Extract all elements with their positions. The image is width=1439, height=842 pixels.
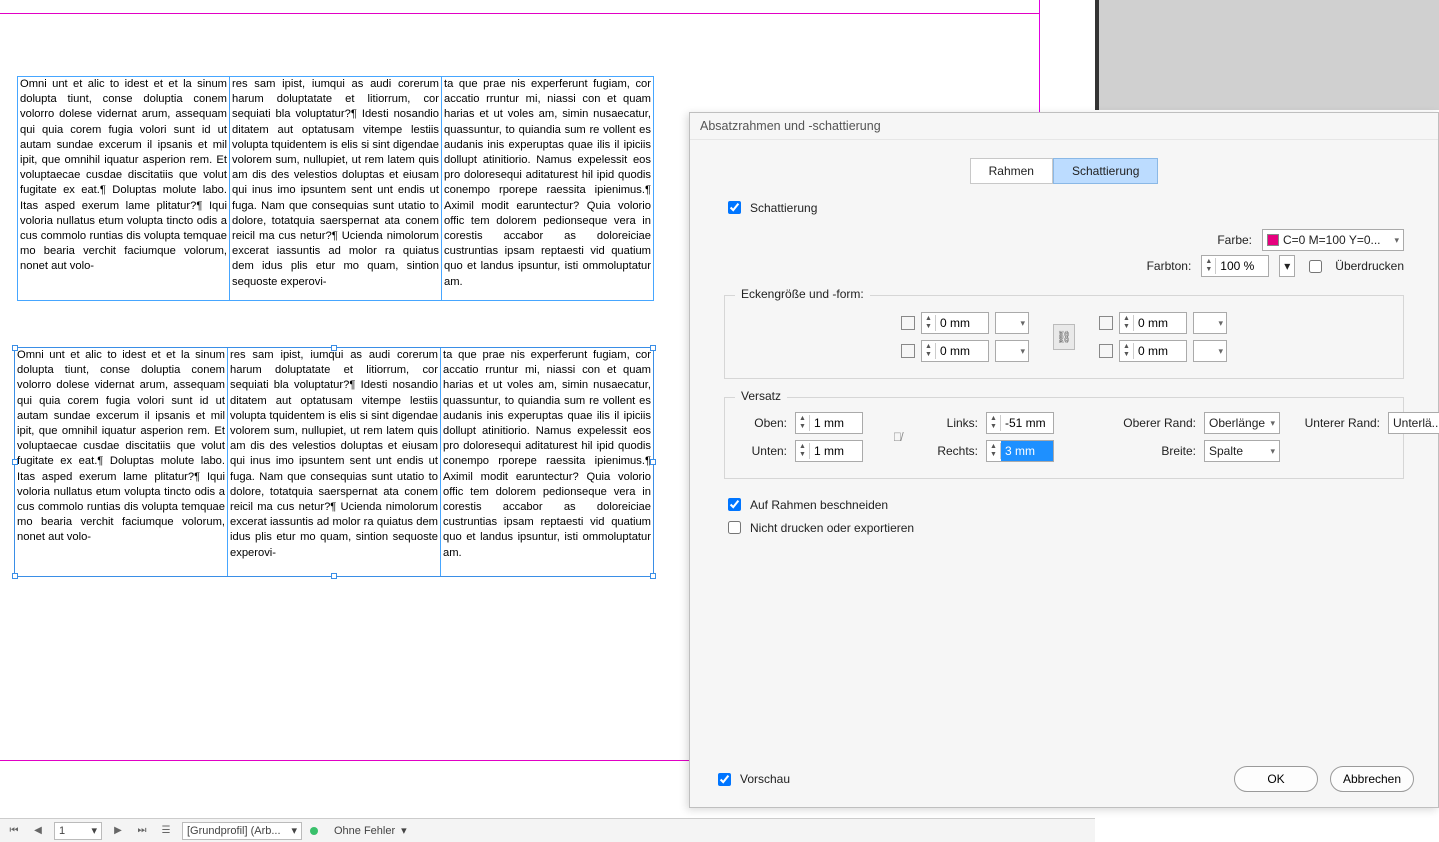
clip-to-frame-checkbox[interactable] [728,498,741,511]
shading-enable-label: Schattierung [750,201,817,215]
corner-bl-spinner[interactable]: ▲▼ [921,340,989,362]
upper-edge-label: Oberer Rand: [1106,416,1196,430]
page-prev-button[interactable]: ◀ [30,823,46,839]
offset-top-label: Oben: [741,416,787,430]
corners-group: Eckengröße und -form: ▲▼ ▾ ▲▼ ▾ ⛓ [724,295,1404,379]
corners-group-title: Eckengröße und -form: [735,287,870,301]
preflight-profile-combo[interactable]: [Grundprofil] (Arb...▾ [182,822,302,840]
cancel-button[interactable]: Abbrechen [1330,766,1414,792]
no-print-checkbox[interactable] [728,521,741,534]
offset-bottom-label: Unten: [741,444,787,458]
page-edge [1095,0,1099,110]
corner-tr-shape[interactable]: ▾ [1193,312,1227,334]
link-offsets-toggle[interactable]: ⛓̸ [893,426,902,448]
no-print-label: Nicht drucken oder exportieren [750,521,914,535]
selection-handle[interactable] [650,345,656,351]
preflight-status[interactable]: Ohne Fehler▾ [330,822,420,840]
shading-enable-checkbox[interactable] [728,201,741,214]
corner-tl-shape[interactable]: ▾ [995,312,1029,334]
tab-shading[interactable]: Schattierung [1053,158,1158,184]
corner-br-icon [1099,344,1113,358]
corner-tr-icon [1099,316,1113,330]
selection-handle[interactable] [331,345,337,351]
overprint-checkbox[interactable] [1309,260,1322,273]
dialog-title: Absatzrahmen und -schattierung [690,113,1438,140]
selection-handle[interactable] [12,345,18,351]
upper-edge-combo[interactable]: Oberlänge▾ [1204,412,1280,434]
lower-edge-combo[interactable]: Unterlä...▾ [1388,412,1439,434]
selection-handle[interactable] [650,459,656,465]
tint-input[interactable] [1216,256,1268,276]
text-column: res sam ipist, iumqui as audi corerum ha… [230,77,441,300]
chevron-down-icon: ▾ [1266,418,1275,429]
offset-group-title: Versatz [735,389,787,403]
preview-checkbox[interactable] [718,773,731,786]
page-number-combo[interactable]: 1▾ [54,822,102,840]
text-column: Omni unt et alic to idest et et la sinum… [15,348,227,576]
color-swatch-icon [1267,234,1279,246]
lower-edge-label: Unterer Rand: [1288,416,1380,430]
text-frame-top[interactable]: Omni unt et alic to idest et et la sinum… [17,76,654,301]
text-column: Omni unt et alic to idest et et la sinum… [18,77,229,300]
corner-bl-shape[interactable]: ▾ [995,340,1029,362]
chevron-down-icon: ▾ [91,824,97,837]
selection-handle[interactable] [12,573,18,579]
ok-button[interactable]: OK [1234,766,1318,792]
width-label: Breite: [1106,444,1196,458]
preflight-ok-icon [310,827,318,835]
chevron-down-icon: ▾ [291,824,297,837]
clip-to-frame-label: Auf Rahmen beschneiden [750,498,888,512]
color-label: Farbe: [1217,233,1252,247]
selection-handle[interactable] [331,573,337,579]
tab-frame[interactable]: Rahmen [970,158,1053,184]
chevron-down-icon: ▾ [401,824,407,837]
selection-handle[interactable] [12,459,18,465]
chevron-down-icon: ▾ [1266,446,1275,457]
chevron-down-icon: ▾ [1390,235,1399,246]
link-corners-toggle[interactable]: ⛓ [1053,324,1075,350]
corner-tl-icon [901,316,915,330]
dialog-footer: Vorschau OK Abbrechen [690,751,1438,807]
color-value: C=0 M=100 Y=0... [1283,233,1381,247]
width-combo[interactable]: Spalte▾ [1204,440,1280,462]
page-next-button[interactable]: ▶ [110,823,126,839]
offset-left-spinner[interactable]: ▲▼ [986,412,1054,434]
text-column: res sam ipist, iumqui as audi corerum ha… [228,348,440,576]
tint-label: Farbton: [1147,259,1192,273]
offset-left-label: Links: [932,416,978,430]
selection-handle[interactable] [650,573,656,579]
corner-br-shape[interactable]: ▾ [1193,340,1227,362]
overprint-label: Überdrucken [1335,259,1404,273]
offset-right-label: Rechts: [932,444,978,458]
corner-tl-spinner[interactable]: ▲▼ [921,312,989,334]
corner-bl-icon [901,344,915,358]
offset-bottom-spinner[interactable]: ▲▼ [795,440,863,462]
corner-br-spinner[interactable]: ▲▼ [1119,340,1187,362]
text-frame-bottom-selected[interactable]: Omni unt et alic to idest et et la sinum… [14,347,654,577]
margin-guide-top [0,13,1040,14]
dialog-tabs: Rahmen Schattierung [690,158,1438,184]
offset-right-spinner[interactable]: ▲▼ [986,440,1054,462]
text-column: ta que prae nis experferunt fugiam, cor … [442,77,653,300]
text-column: ta que prae nis experferunt fugiam, cor … [441,348,653,576]
offset-group: Versatz Oben: ▲▼ Unten: ▲▼ ⛓̸ Links: [724,397,1404,479]
margin-guide-bottom [0,760,760,761]
open-navigator-button[interactable]: ☰ [158,823,174,839]
preview-label: Vorschau [740,772,790,786]
page-last-button[interactable]: ⏭ [134,823,150,839]
tint-dropdown[interactable]: ▾ [1279,255,1295,277]
pasteboard [1095,0,1439,110]
paragraph-border-shading-dialog: Absatzrahmen und -schattierung Rahmen Sc… [689,112,1439,808]
status-bar: ⏮ ◀ 1▾ ▶ ⏭ ☰ [Grundprofil] (Arb...▾ Ohne… [0,818,1095,842]
offset-top-spinner[interactable]: ▲▼ [795,412,863,434]
tint-spinner[interactable]: ▲▼ [1201,255,1269,277]
page-first-button[interactable]: ⏮ [6,823,22,839]
color-combo[interactable]: C=0 M=100 Y=0... ▾ [1262,229,1404,251]
corner-tr-spinner[interactable]: ▲▼ [1119,312,1187,334]
